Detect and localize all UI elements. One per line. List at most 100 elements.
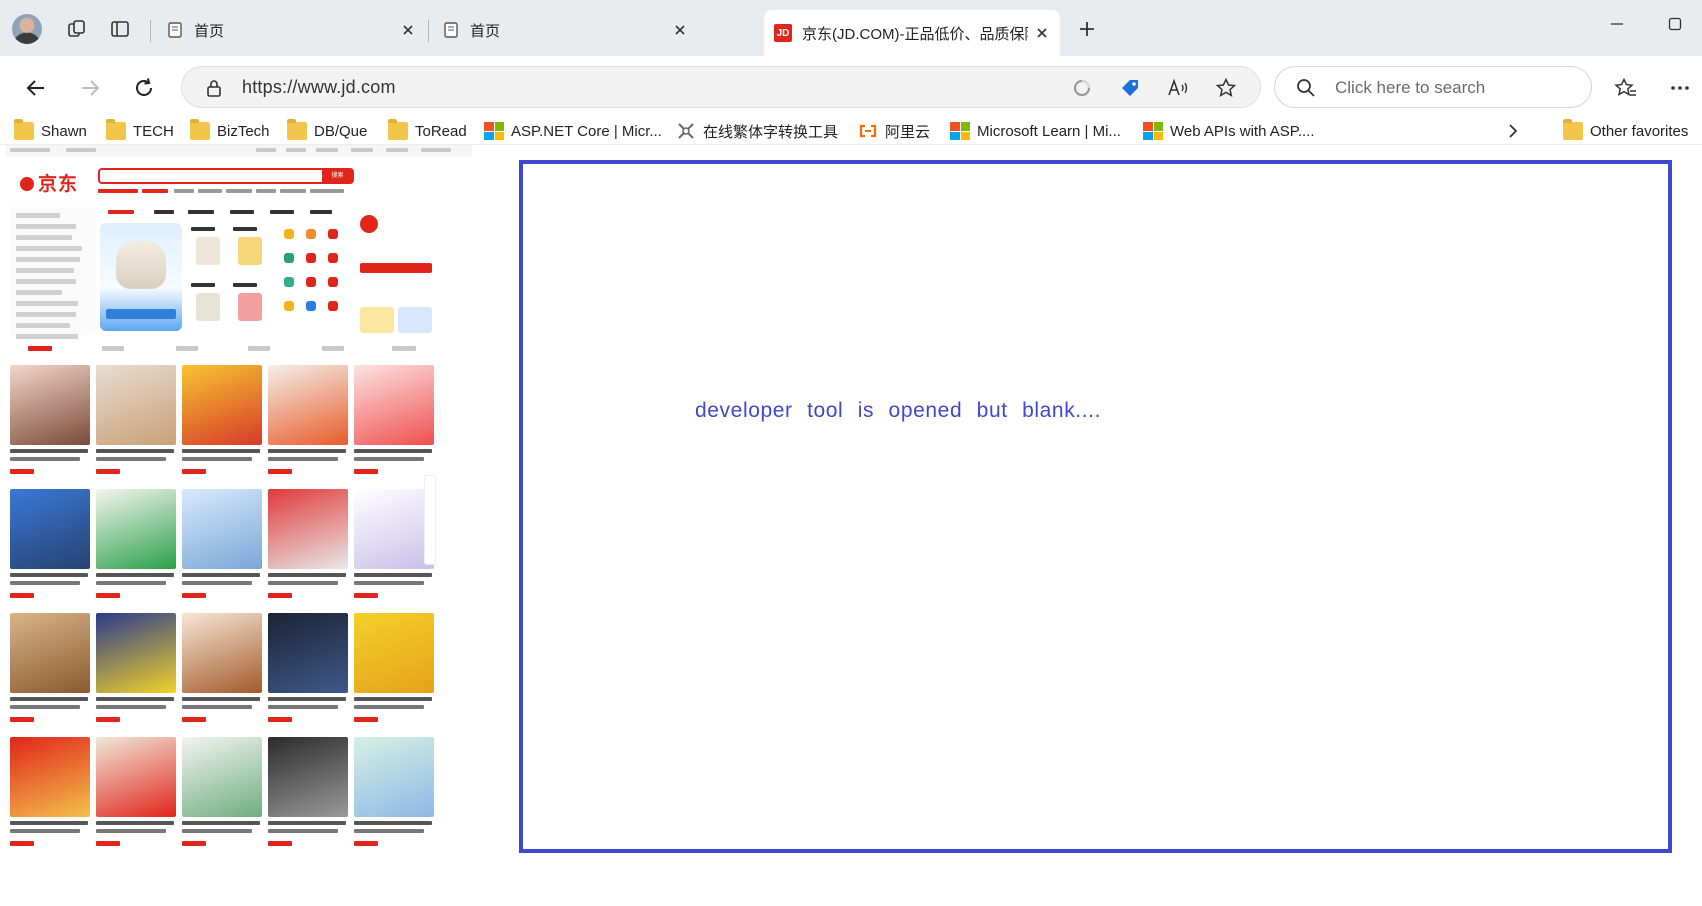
product-card[interactable] <box>268 489 348 607</box>
tab-strip: 首页 首页 JD 京东(JD.COM)-正品低价、品质保障 <box>0 0 1702 56</box>
product-card[interactable] <box>10 365 90 483</box>
bookmarks-overflow-chevron-icon[interactable] <box>1506 118 1520 144</box>
read-aloud-icon[interactable] <box>1166 76 1190 100</box>
favorite-star-icon[interactable] <box>1214 76 1238 100</box>
jd-logo[interactable]: 京东 <box>20 169 78 196</box>
jd-featured-area[interactable] <box>100 207 352 335</box>
jd-floating-sidebar[interactable] <box>424 475 436 565</box>
refresh-icon[interactable] <box>126 70 162 106</box>
product-card[interactable] <box>96 489 176 607</box>
favorites-bar: Shawn TECH BizTech DB/Que ToRead ASP.NET… <box>0 118 1702 144</box>
product-card[interactable] <box>268 737 348 855</box>
bookmark-shawn[interactable]: Shawn <box>14 118 87 144</box>
product-card[interactable] <box>10 489 90 607</box>
bookmark-label: Other favorites <box>1590 122 1689 140</box>
devtools-panel[interactable] <box>519 160 1672 853</box>
search-placeholder: Click here to search <box>1335 78 1486 97</box>
folder-icon <box>388 119 408 140</box>
product-card[interactable] <box>268 365 348 483</box>
bookmark-label: BizTech <box>217 122 270 140</box>
tab-title: 首页 <box>470 22 501 40</box>
workspaces-icon[interactable] <box>62 14 92 44</box>
product-card[interactable] <box>182 365 262 483</box>
forward-icon[interactable] <box>72 70 108 106</box>
product-card[interactable] <box>10 613 90 731</box>
jd-channel-strip <box>10 341 436 357</box>
product-card[interactable] <box>354 365 434 483</box>
maximize-icon[interactable] <box>1660 12 1690 36</box>
tab-actions-icon[interactable] <box>105 14 135 44</box>
close-tab-icon[interactable] <box>1034 25 1050 41</box>
bookmark-microsoft-learn[interactable]: Microsoft Learn | Mi... <box>950 118 1121 144</box>
tab-home-1[interactable]: 首页 <box>156 10 426 50</box>
jd-top-links <box>6 145 472 157</box>
product-card[interactable] <box>354 489 434 607</box>
bookmark-other-favorites[interactable]: Other favorites <box>1563 118 1688 144</box>
address-bar[interactable]: https://www.jd.com <box>181 66 1261 108</box>
product-card[interactable] <box>354 613 434 731</box>
new-tab-icon[interactable] <box>1072 14 1102 44</box>
bookmark-biztech[interactable]: BizTech <box>190 118 270 144</box>
jd-banner-pressure-cooker[interactable] <box>100 223 182 331</box>
search-input[interactable]: Click here to search <box>1274 66 1592 108</box>
product-card[interactable] <box>96 737 176 855</box>
devtools-blank-message: developer tool is opened but blank.... <box>695 399 1102 422</box>
bookmark-label: Microsoft Learn | Mi... <box>977 122 1121 140</box>
folder-icon <box>106 119 126 140</box>
jd-webpage[interactable]: 京东 搜索 <box>6 145 472 906</box>
bookmark-dbque[interactable]: DB/Que <box>287 118 367 144</box>
product-card[interactable] <box>354 737 434 855</box>
folder-icon <box>1563 119 1583 140</box>
product-card[interactable] <box>10 737 90 855</box>
bookmark-tech[interactable]: TECH <box>106 118 174 144</box>
browser-toolbar: https://www.jd.com Click here to search <box>0 56 1702 118</box>
search-icon <box>1297 79 1315 97</box>
bookmark-traditional-converter[interactable]: 在线繁体字转换工具 <box>676 118 838 144</box>
bookmark-aliyun[interactable]: 阿里云 <box>858 118 930 144</box>
jd-user-panel[interactable] <box>356 207 436 335</box>
bookmark-label: DB/Que <box>314 122 368 140</box>
jd-category-menu[interactable] <box>10 207 96 339</box>
coupon-tag-icon[interactable] <box>1118 76 1142 100</box>
back-icon[interactable] <box>18 70 54 106</box>
microsoft-logo-icon <box>1143 122 1163 140</box>
tab-title: 首页 <box>194 22 225 40</box>
profile-avatar[interactable] <box>12 14 42 44</box>
bookmark-toread[interactable]: ToRead <box>388 118 467 144</box>
page-content: 京东 搜索 developer tool is opened but blank… <box>0 144 1702 906</box>
refresh-sync-icon[interactable] <box>1070 76 1094 100</box>
page-icon <box>168 22 182 38</box>
jd-search-input[interactable] <box>98 168 354 184</box>
folder-icon <box>287 119 307 140</box>
tab-home-2[interactable]: 首页 <box>432 10 698 50</box>
minimize-icon[interactable] <box>1602 12 1632 36</box>
folder-icon <box>190 119 210 140</box>
microsoft-logo-icon <box>484 122 504 140</box>
bookmark-label: Shawn <box>41 122 87 140</box>
product-card[interactable] <box>182 613 262 731</box>
bookmark-label: 在线繁体字转换工具 <box>703 123 839 141</box>
tab-title: 京东(JD.COM)-正品低价、品质保障 <box>802 25 1028 43</box>
product-card[interactable] <box>96 613 176 731</box>
product-card[interactable] <box>268 613 348 731</box>
tab-jd-active[interactable]: JD 京东(JD.COM)-正品低价、品质保障 <box>764 10 1060 56</box>
product-card[interactable] <box>96 365 176 483</box>
more-menu-icon[interactable] <box>1662 70 1698 106</box>
product-card[interactable] <box>182 489 262 607</box>
jd-search-button[interactable]: 搜索 <box>322 169 353 183</box>
bookmark-aspnet-core[interactable]: ASP.NET Core | Micr... <box>484 118 662 144</box>
jd-dog-icon <box>20 177 34 191</box>
jd-login-button[interactable] <box>360 263 432 273</box>
bookmark-web-apis[interactable]: Web APIs with ASP.... <box>1143 118 1315 144</box>
jd-hot-keywords <box>98 189 358 193</box>
page-icon <box>444 22 458 38</box>
jd-user-avatar <box>360 215 378 233</box>
jd-favicon-icon: JD <box>774 24 792 42</box>
url-text: https://www.jd.com <box>242 77 396 97</box>
favorites-icon[interactable] <box>1608 70 1644 106</box>
close-tab-icon[interactable] <box>400 22 416 38</box>
bookmark-label: TECH <box>133 122 174 140</box>
close-tab-icon[interactable] <box>672 22 688 38</box>
lock-icon[interactable] <box>202 76 226 100</box>
product-card[interactable] <box>182 737 262 855</box>
